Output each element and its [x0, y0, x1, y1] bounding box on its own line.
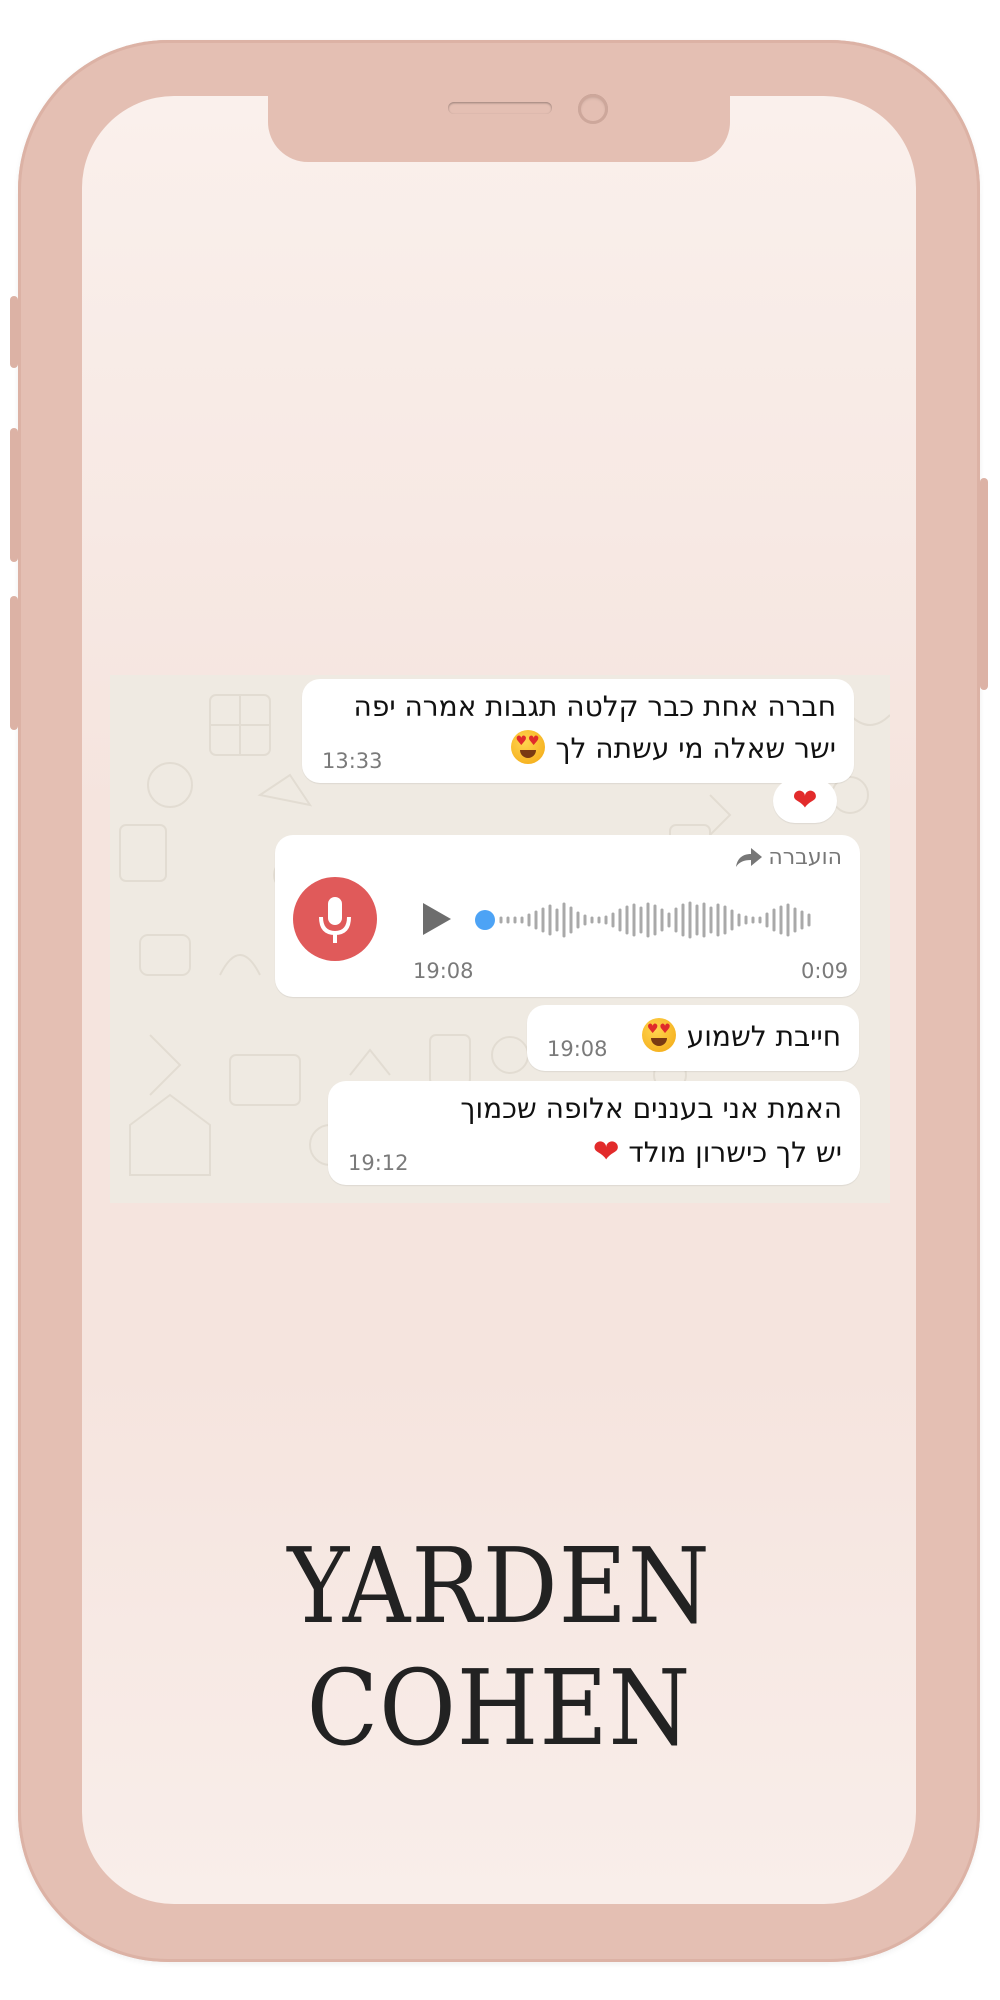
voice-message-bubble[interactable]: הועברה 19:08 0:09 — [275, 835, 860, 997]
message-bubble-1[interactable]: חברה אחת כבר קלטה תגבות אמרה יפה ישר שאל… — [302, 679, 854, 783]
brand-name: YARDEN COHEN — [287, 1525, 711, 1769]
side-button-left-top — [10, 296, 18, 368]
heart-eyes-emoji — [510, 730, 545, 764]
message-3-time: 19:08 — [547, 1037, 608, 1061]
front-camera — [578, 94, 608, 124]
forward-icon — [736, 847, 763, 867]
mic-icon — [319, 897, 351, 943]
message-3-text: חייבת לשמוע — [686, 1020, 841, 1053]
message-bubble-3[interactable]: חייבת לשמוע 19:08 — [527, 1005, 859, 1071]
message-4-line-2-text: יש לך כישרון מולד — [628, 1136, 842, 1169]
forwarded-label: הועברה — [768, 845, 842, 870]
side-button-right — [980, 478, 988, 690]
message-1-time: 13:33 — [322, 749, 383, 773]
message-4-line-2: יש לך כישרון מולד ❤ — [593, 1131, 842, 1173]
voice-duration: 0:09 — [801, 959, 849, 983]
message-1-line-1: חברה אחת כבר קלטה תגבות אמרה יפה — [353, 690, 836, 723]
side-button-left-low — [10, 596, 18, 730]
voice-avatar — [293, 877, 377, 961]
message-4-line-1: האמת אני בעננים אלופה שכמוך — [460, 1092, 842, 1125]
playback-position-dot — [475, 910, 495, 930]
message-3-line-1: חייבת לשמוע — [640, 1017, 841, 1057]
heart-emoji: ❤ — [792, 783, 818, 818]
speaker-grille — [448, 102, 552, 114]
forwarded-indicator: הועברה — [736, 845, 842, 870]
play-icon[interactable] — [423, 903, 451, 935]
message-4-time: 19:12 — [348, 1151, 409, 1175]
message-1-line-2-text: ישר שאלה מי עשתה לך — [555, 732, 836, 765]
voice-waveform[interactable] — [475, 895, 815, 945]
voice-message-time: 19:08 — [413, 959, 474, 983]
message-1-line-2: ישר שאלה מי עשתה לך — [509, 729, 836, 769]
heart-emoji: ❤ — [592, 1132, 620, 1170]
heart-eyes-emoji — [641, 1018, 676, 1052]
heart-reaction[interactable]: ❤ — [773, 779, 837, 823]
chat-screenshot: חברה אחת כבר קלטה תגבות אמרה יפה ישר שאל… — [110, 675, 890, 1203]
message-bubble-4[interactable]: האמת אני בעננים אלופה שכמוך יש לך כישרון… — [328, 1081, 860, 1185]
side-button-left-mid — [10, 428, 18, 562]
